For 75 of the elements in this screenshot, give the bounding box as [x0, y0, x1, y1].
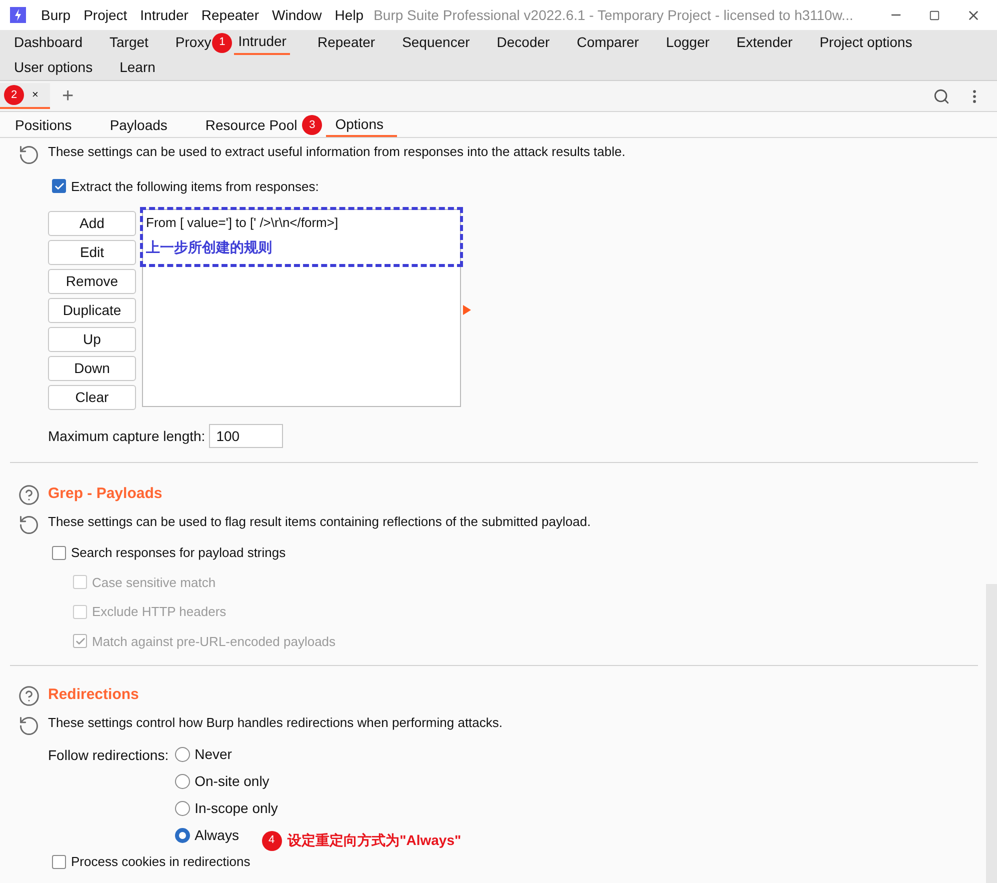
list-button[interactable]: Remove	[48, 269, 136, 294]
attack-tab[interactable]: 2 ×	[0, 83, 50, 109]
help-icon[interactable]	[18, 484, 40, 506]
section-description: These settings can be used to flag result items containing reflections of the submitted payload.	[48, 512, 591, 531]
field-label: Maximum capture length:	[48, 426, 206, 446]
radio-button[interactable]	[174, 800, 190, 816]
checkbox-label: Exclude HTTP headers	[92, 603, 226, 621]
section-description: These settings can be used to extract useful information from responses into the attack results table.	[48, 143, 626, 161]
list-item[interactable]: From [ value='] to [' />\r\n</form>]	[146, 213, 460, 232]
callout-text: 上一步所创建的规则	[146, 238, 273, 256]
checkbox-label: Process cookies in redirections	[71, 853, 250, 871]
checkbox-label: Extract the following items from responses:	[71, 178, 319, 196]
main-tab[interactable]: Decoder	[496, 30, 550, 55]
list-button[interactable]: Edit	[48, 240, 136, 265]
main-tab[interactable]: Target	[110, 30, 148, 55]
check-icon	[74, 636, 86, 647]
capture-length-field[interactable]: 100	[209, 424, 284, 448]
check-icon	[54, 180, 64, 192]
section-description: These settings control how Burp handles redirections when performing attacks.	[48, 714, 503, 732]
annotation-text: 设定重定向方式为"Always"	[288, 831, 462, 850]
radio-label: Never	[194, 744, 232, 764]
main-tab[interactable]: Learn	[120, 55, 156, 80]
main-tab[interactable]: Comparer	[576, 30, 639, 55]
radio-label: In-scope only	[194, 798, 278, 818]
main-tab[interactable]: User options	[14, 55, 93, 80]
list-button[interactable]: Down	[48, 356, 136, 381]
menu-item[interactable]: Window	[267, 4, 327, 26]
menu-item[interactable]: Project	[78, 4, 132, 26]
triangle-icon	[463, 305, 471, 315]
menu-item[interactable]: Help	[330, 4, 369, 26]
radio-label: Always	[194, 826, 239, 845]
sub-tab[interactable]: Payloads	[100, 113, 176, 137]
window-title: Burp Suite Professional v2022.6.1 - Temporary Project - licensed to h3110w...	[374, 6, 854, 25]
step-badge: 1	[212, 32, 232, 52]
radio-button[interactable]	[174, 828, 190, 842]
main-tab[interactable]: Project options	[820, 30, 912, 55]
menu-item[interactable]: Burp	[36, 4, 76, 26]
reset-icon[interactable]	[18, 715, 40, 737]
main-tab[interactable]: Intruder	[234, 30, 290, 55]
radio-button[interactable]	[174, 774, 190, 788]
reset-icon[interactable]	[18, 144, 40, 166]
step-badge: 4	[262, 830, 282, 850]
reset-icon[interactable]	[18, 514, 40, 536]
help-icon[interactable]	[18, 685, 40, 707]
menu-item[interactable]: Repeater	[196, 4, 264, 26]
section-title: Grep - Payloads	[48, 484, 164, 504]
checkbox-label: Case sensitive match	[92, 574, 216, 592]
menu-item[interactable]: Intruder	[135, 4, 194, 26]
section-title: Redirections	[48, 685, 140, 705]
main-tab[interactable]: Sequencer	[402, 30, 470, 55]
list-button[interactable]: Clear	[48, 385, 136, 410]
sub-tab[interactable]: Positions	[6, 113, 81, 137]
sub-tab[interactable]: Options	[326, 113, 398, 137]
step-badge: 2	[4, 85, 24, 105]
maximize-icon[interactable]	[929, 10, 940, 20]
main-tab[interactable]: Extender	[736, 30, 793, 55]
checkbox[interactable]	[52, 179, 66, 194]
radio-button[interactable]	[174, 746, 190, 762]
checkbox[interactable]	[52, 546, 66, 560]
list-button[interactable]: Add	[48, 211, 136, 236]
search-icon[interactable]	[933, 88, 950, 104]
list-button[interactable]: Up	[48, 327, 136, 352]
new-tab-button[interactable]: +	[62, 86, 74, 106]
checkbox[interactable]	[52, 854, 66, 869]
list-button[interactable]: Duplicate	[48, 298, 136, 323]
main-tab[interactable]: Repeater	[317, 30, 376, 55]
main-tab[interactable]: Logger	[666, 30, 710, 55]
radio-label: On-site only	[194, 772, 270, 791]
step-badge: 3	[302, 115, 322, 136]
checkbox-label: Match against pre-URL-encoded payloads	[92, 632, 336, 651]
main-tab[interactable]: Dashboard	[14, 30, 82, 55]
field-label: Follow redirections:	[48, 746, 169, 763]
main-tab[interactable]: Proxy	[175, 30, 212, 55]
lightning-logo-icon	[10, 7, 26, 23]
checkbox-label: Search responses for payload strings	[71, 544, 286, 562]
